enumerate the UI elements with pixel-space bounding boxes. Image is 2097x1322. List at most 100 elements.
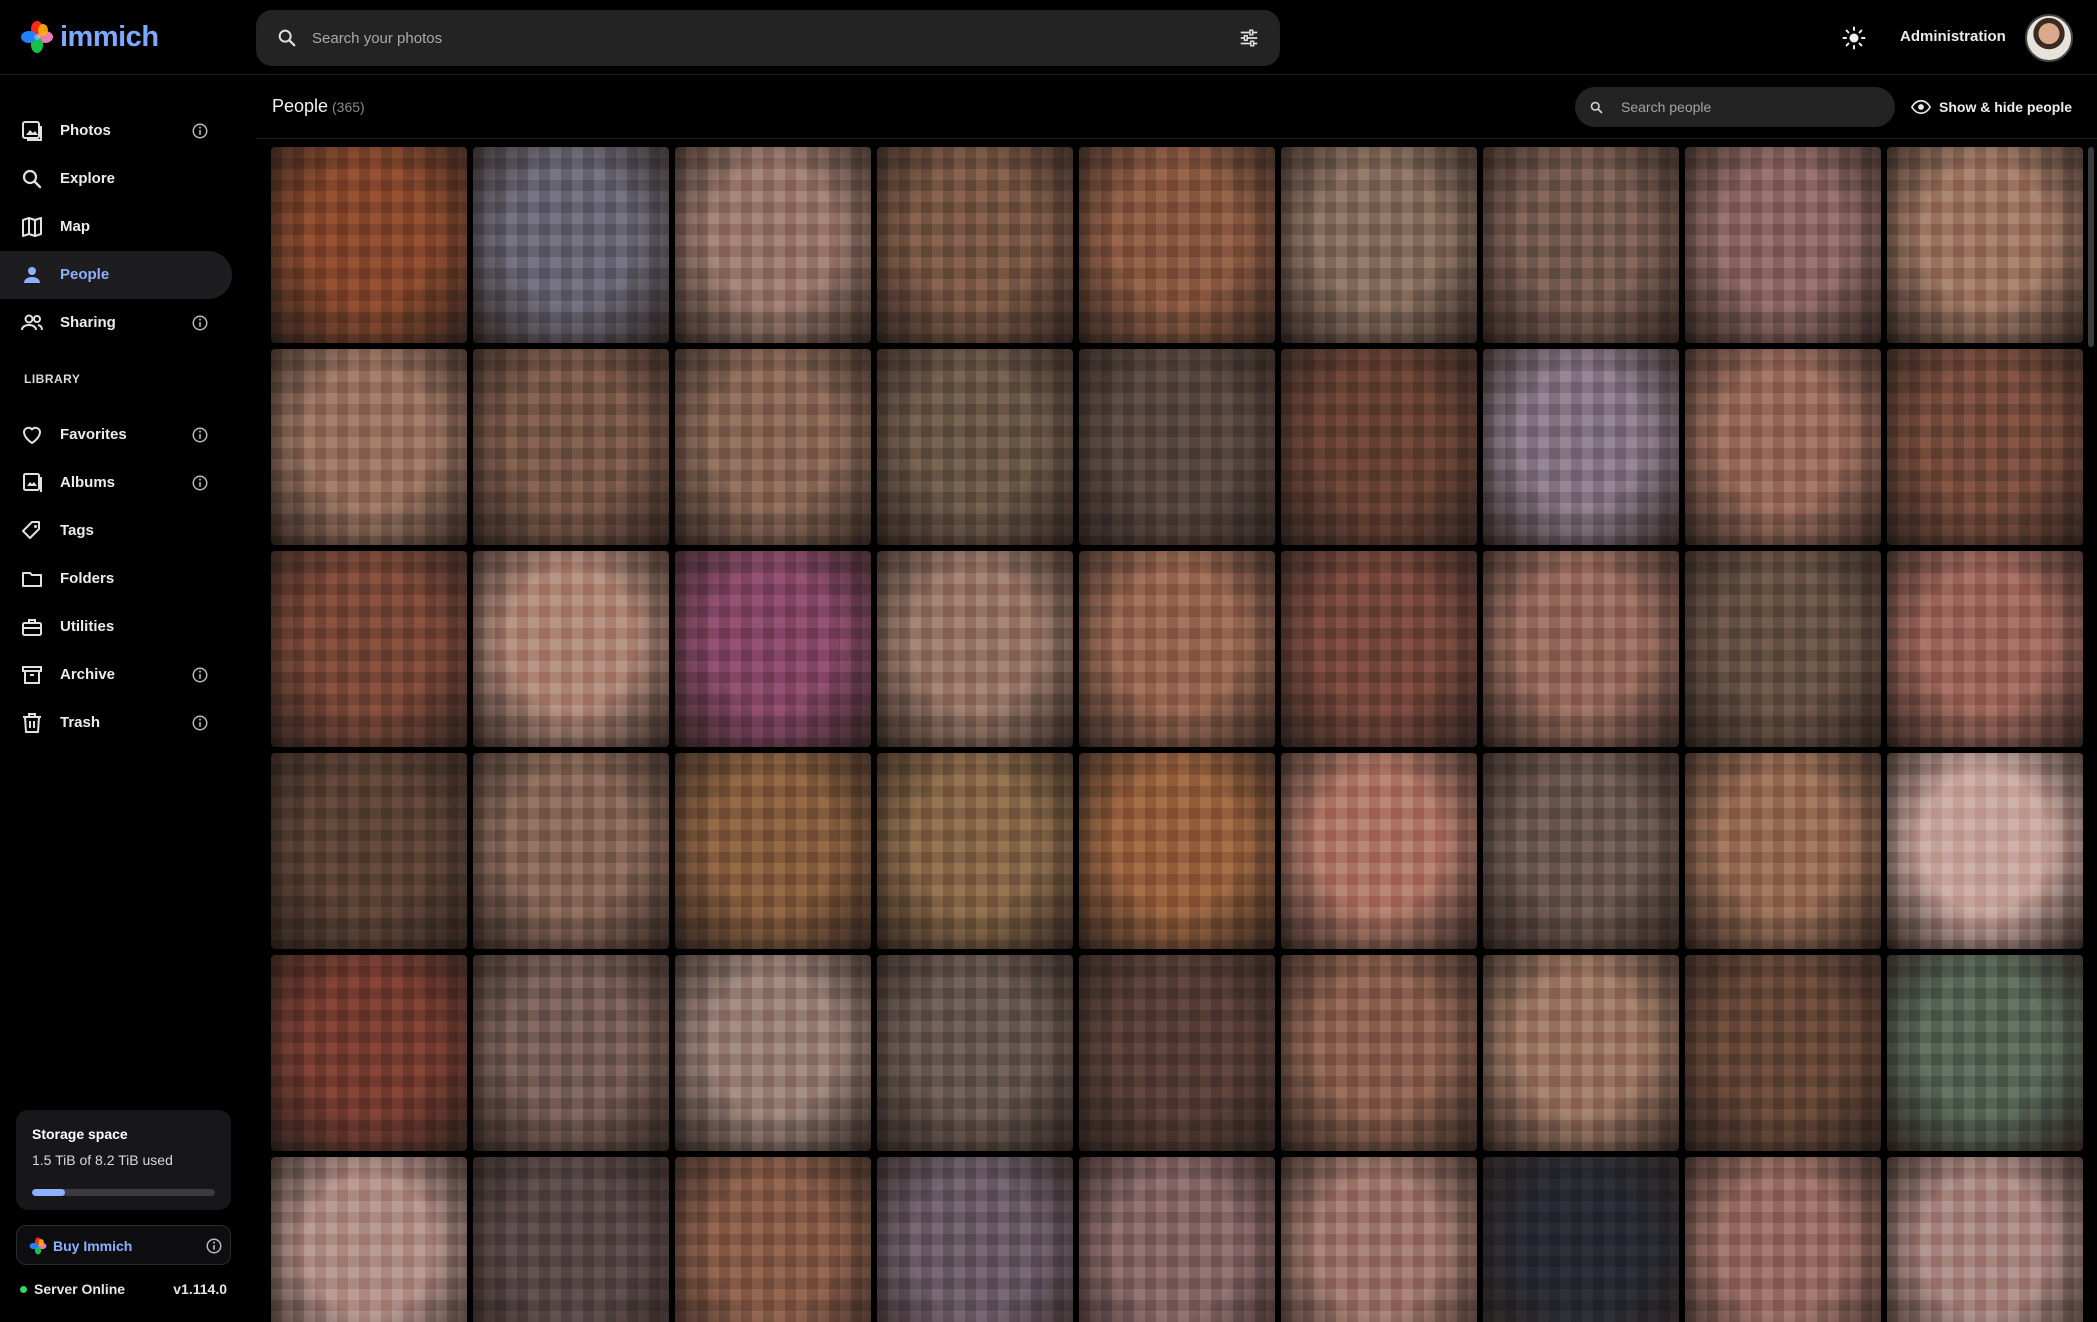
- person-thumbnail[interactable]: [675, 955, 871, 1151]
- person-thumbnail[interactable]: [1281, 349, 1477, 545]
- person-thumbnail[interactable]: [877, 147, 1073, 343]
- sidebar-item-photos[interactable]: Photos: [0, 107, 232, 155]
- sharing-icon: [21, 314, 43, 331]
- people-search-input[interactable]: [1621, 95, 1881, 119]
- sidebar-item-trash[interactable]: Trash: [0, 699, 232, 747]
- sidebar-item-favorites[interactable]: Favorites: [0, 411, 232, 459]
- info-icon[interactable]: [191, 426, 209, 444]
- server-status: Server Online v1.114.0: [20, 1280, 230, 1300]
- person-thumbnail[interactable]: [1685, 955, 1881, 1151]
- person-thumbnail[interactable]: [1685, 753, 1881, 949]
- person-thumbnail[interactable]: [1887, 1157, 2083, 1322]
- info-icon[interactable]: [205, 1237, 223, 1255]
- person-thumbnail[interactable]: [1685, 349, 1881, 545]
- person-thumbnail[interactable]: [1887, 753, 2083, 949]
- sidebar-item-utilities[interactable]: Utilities: [0, 603, 232, 651]
- person-thumbnail[interactable]: [1483, 955, 1679, 1151]
- person-thumbnail[interactable]: [1483, 349, 1679, 545]
- person-thumbnail[interactable]: [675, 349, 871, 545]
- tag-icon: [22, 521, 40, 539]
- person-thumbnail[interactable]: [1483, 1157, 1679, 1322]
- sidebar-item-albums[interactable]: Albums: [0, 459, 232, 507]
- person-thumbnail[interactable]: [473, 551, 669, 747]
- info-icon[interactable]: [191, 714, 209, 732]
- person-thumbnail[interactable]: [1887, 349, 2083, 545]
- heart-icon: [23, 426, 41, 444]
- person-thumbnail[interactable]: [1887, 955, 2083, 1151]
- sidebar-item-map[interactable]: Map: [0, 203, 232, 251]
- person-thumbnail[interactable]: [1079, 147, 1275, 343]
- person-thumbnail[interactable]: [1281, 147, 1477, 343]
- sidebar-item-label: Photos: [60, 122, 111, 139]
- photo-search-input[interactable]: [312, 22, 1192, 54]
- info-icon[interactable]: [191, 314, 209, 332]
- sidebar-item-sharing[interactable]: Sharing: [0, 299, 232, 347]
- person-thumbnail[interactable]: [1685, 551, 1881, 747]
- person-thumbnail[interactable]: [1281, 955, 1477, 1151]
- person-thumbnail[interactable]: [1483, 551, 1679, 747]
- info-icon[interactable]: [191, 122, 209, 140]
- person-thumbnail[interactable]: [473, 753, 669, 949]
- user-avatar[interactable]: [2025, 14, 2073, 62]
- theme-toggle-button[interactable]: [1838, 22, 1870, 54]
- server-version[interactable]: v1.114.0: [173, 1281, 227, 1297]
- immich-logo[interactable]: immich: [20, 18, 159, 56]
- person-thumbnail[interactable]: [877, 551, 1073, 747]
- sidebar-item-archive[interactable]: Archive: [0, 651, 232, 699]
- person-thumbnail[interactable]: [1483, 147, 1679, 343]
- people-search-bar[interactable]: [1575, 87, 1895, 127]
- person-thumbnail[interactable]: [271, 955, 467, 1151]
- tune-icon[interactable]: [1238, 27, 1260, 49]
- info-icon[interactable]: [191, 666, 209, 684]
- person-thumbnail[interactable]: [271, 147, 467, 343]
- person-thumbnail[interactable]: [1079, 349, 1275, 545]
- sidebar-item-explore[interactable]: Explore: [0, 155, 232, 203]
- person-thumbnail[interactable]: [1685, 147, 1881, 343]
- person-thumbnail[interactable]: [1483, 753, 1679, 949]
- person-thumbnail[interactable]: [473, 955, 669, 1151]
- person-thumbnail[interactable]: [675, 147, 871, 343]
- photos-icon: [22, 121, 42, 141]
- person-thumbnail[interactable]: [271, 753, 467, 949]
- person-thumbnail[interactable]: [675, 753, 871, 949]
- person-thumbnail[interactable]: [271, 1157, 467, 1322]
- sidebar-item-people[interactable]: People: [0, 251, 232, 299]
- person-thumbnail[interactable]: [473, 147, 669, 343]
- administration-link[interactable]: Administration: [1900, 28, 2006, 45]
- library-section-label: LIBRARY: [24, 372, 81, 386]
- person-thumbnail[interactable]: [1281, 551, 1477, 747]
- person-thumbnail[interactable]: [877, 349, 1073, 545]
- person-thumbnail[interactable]: [271, 349, 467, 545]
- page-title: People: [272, 96, 329, 116]
- person-thumbnail[interactable]: [473, 1157, 669, 1322]
- people-grid: [271, 147, 2083, 1322]
- sidebar-item-folders[interactable]: Folders: [0, 555, 232, 603]
- person-thumbnail[interactable]: [1079, 1157, 1275, 1322]
- person-thumbnail[interactable]: [1281, 753, 1477, 949]
- person-thumbnail[interactable]: [1685, 1157, 1881, 1322]
- person-thumbnail[interactable]: [675, 551, 871, 747]
- person-thumbnail[interactable]: [1079, 955, 1275, 1151]
- person-thumbnail[interactable]: [877, 955, 1073, 1151]
- photo-search-bar[interactable]: [256, 10, 1280, 66]
- storage-progress-bar: [32, 1189, 215, 1196]
- person-thumbnail[interactable]: [1887, 147, 2083, 343]
- search-icon: [278, 29, 296, 47]
- info-icon[interactable]: [191, 474, 209, 492]
- person-thumbnail[interactable]: [271, 551, 467, 747]
- server-status-label: Server Online: [34, 1281, 126, 1297]
- archive-icon: [22, 666, 42, 684]
- person-thumbnail[interactable]: [1887, 551, 2083, 747]
- person-thumbnail[interactable]: [1079, 551, 1275, 747]
- sidebar-item-tags[interactable]: Tags: [0, 507, 232, 555]
- buy-immich-button[interactable]: Buy Immich: [16, 1225, 231, 1265]
- scrollbar[interactable]: [2088, 147, 2094, 347]
- person-thumbnail[interactable]: [473, 349, 669, 545]
- storage-progress-fill: [32, 1189, 65, 1196]
- person-thumbnail[interactable]: [877, 1157, 1073, 1322]
- person-thumbnail[interactable]: [877, 753, 1073, 949]
- person-thumbnail[interactable]: [1079, 753, 1275, 949]
- show-hide-people-button[interactable]: Show & hide people: [1911, 87, 2091, 127]
- person-thumbnail[interactable]: [1281, 1157, 1477, 1322]
- person-thumbnail[interactable]: [675, 1157, 871, 1322]
